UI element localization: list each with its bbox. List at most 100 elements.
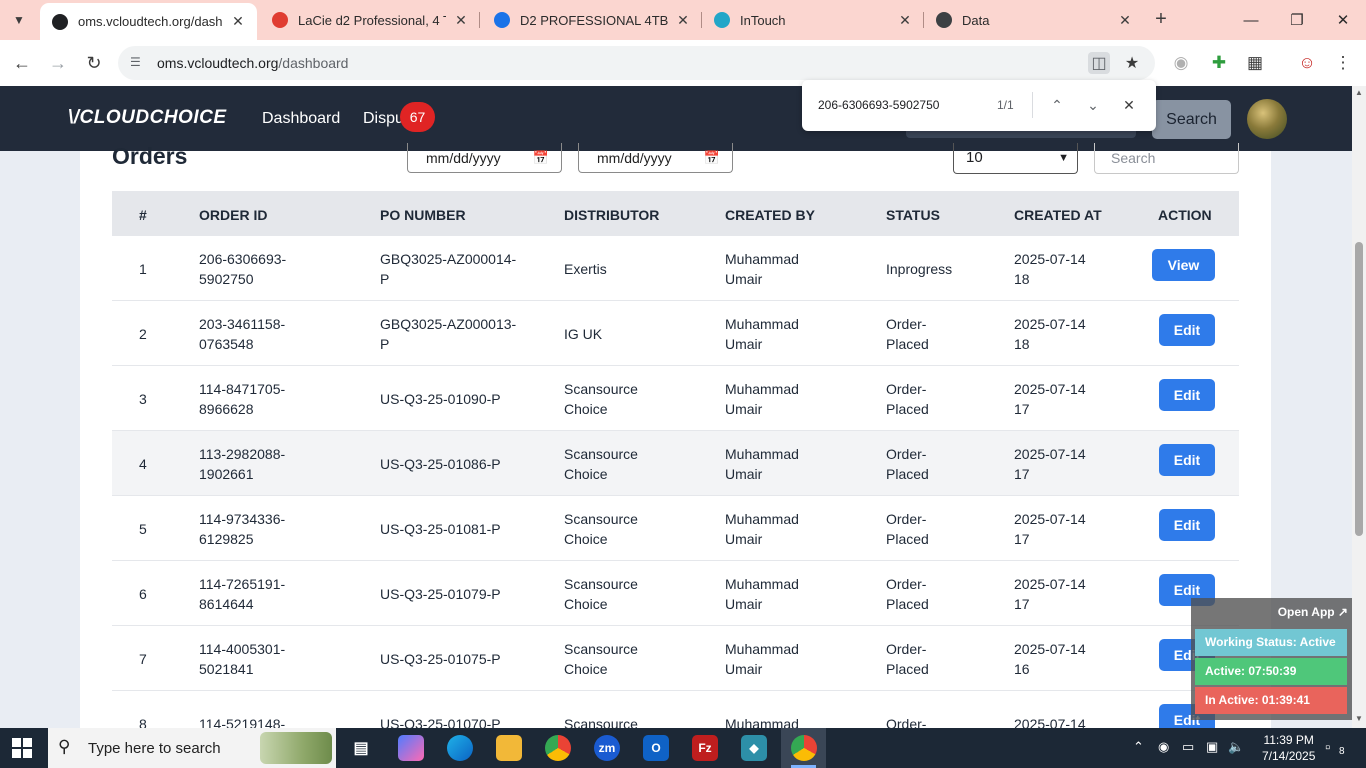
tray-volume-icon[interactable]: 🔈 [1228, 739, 1244, 755]
start-date-input[interactable]: mm/dd/yyyy 📅 [407, 143, 562, 173]
site-info-icon[interactable]: ☰ [130, 55, 146, 71]
order-id-line: 203-3461158- [199, 316, 286, 332]
profile-icon[interactable]: ☺ [1296, 52, 1318, 74]
windows-start-icon[interactable] [12, 738, 32, 758]
tray-battery-icon[interactable]: ▭ [1182, 739, 1194, 755]
tab-close-icon[interactable]: ✕ [1116, 12, 1134, 29]
app-diamond-icon[interactable]: ◆ [741, 735, 767, 761]
tray-chevron-up-icon[interactable]: ⌃ [1133, 739, 1144, 755]
reload-icon[interactable]: ↻ [80, 50, 108, 76]
find-in-page-icon[interactable]: ◫ [1088, 52, 1110, 74]
edge-icon[interactable] [447, 735, 473, 761]
filezilla-icon[interactable]: Fz [692, 735, 718, 761]
outlook-icon[interactable]: O [643, 735, 669, 761]
url-text[interactable]: oms.vcloudtech.org/dashboard [157, 55, 348, 71]
cloudchoice-logo[interactable]: \/CLOUDCHOICE [68, 107, 227, 129]
edit-button[interactable]: Edit [1159, 314, 1215, 346]
browser-tab[interactable]: Data ✕ [924, 0, 1144, 40]
calendar-icon[interactable]: 📅 [704, 143, 720, 173]
find-query-input[interactable]: 206-6306693-5902750 [818, 98, 939, 112]
open-app-link[interactable]: Open App ↗ [1278, 605, 1348, 619]
created-by-cell: Muhammad Umair [725, 444, 799, 484]
notifications-icon[interactable]: ▫ [1325, 739, 1330, 756]
created-by-cell: Muhammad Umair [725, 574, 799, 614]
scroll-down-icon[interactable]: ▼ [1355, 714, 1363, 723]
tab-close-icon[interactable]: ✕ [229, 13, 247, 30]
status-line: Placed [886, 596, 929, 612]
nav-dashboard[interactable]: Dashboard [262, 110, 340, 128]
tray-network-icon[interactable]: ▣ [1206, 739, 1218, 755]
row-number-line: 2 [139, 326, 147, 342]
scrollbar-thumb[interactable] [1355, 242, 1363, 536]
orders-search-input[interactable]: Search [1094, 143, 1239, 174]
file-explorer-icon[interactable] [496, 735, 522, 761]
calendar-icon[interactable]: 📅 [533, 143, 549, 173]
new-tab-button[interactable]: + [1150, 8, 1172, 32]
user-avatar[interactable] [1247, 99, 1287, 139]
copilot-icon[interactable] [398, 735, 424, 761]
created-by-line: Muhammad [725, 716, 799, 728]
browser-tab[interactable]: oms.vcloudtech.org/dashboard ✕ [40, 3, 257, 40]
view-button[interactable]: View [1152, 249, 1215, 281]
back-icon[interactable]: ← [8, 50, 36, 76]
browser-tab[interactable]: InTouch ✕ [702, 0, 924, 40]
edit-button[interactable]: Edit [1159, 379, 1215, 411]
nav-search-button[interactable]: Search [1152, 100, 1231, 139]
nav-disputes[interactable]: Dispu [363, 110, 404, 128]
status-line: Order- [886, 511, 927, 527]
chrome-icon[interactable] [545, 735, 571, 761]
close-icon[interactable]: ✕ [1118, 94, 1140, 116]
tab-close-icon[interactable]: ✕ [452, 12, 470, 29]
po-number-cell: GBQ3025-AZ000014- P [380, 249, 516, 289]
browser-tab[interactable]: D2 PROFESSIONAL 4TB 3.5IN... ✕ [482, 0, 702, 40]
tab-favicon-icon [494, 12, 510, 28]
tab-favicon-icon [52, 13, 68, 30]
chevron-down-icon[interactable]: ⌄ [1082, 94, 1104, 116]
scroll-up-icon[interactable]: ▲ [1355, 88, 1363, 97]
active-time: Active: 07:50:39 [1195, 658, 1347, 685]
tab-search-icon[interactable]: ▼ [6, 8, 32, 32]
close-window-icon[interactable]: ✕ [1320, 0, 1366, 40]
task-view-icon[interactable]: ▤ [348, 735, 374, 761]
edit-button[interactable]: Edit [1159, 444, 1215, 476]
edit-button[interactable]: Edit [1159, 509, 1215, 541]
extension-icon[interactable]: ✚ [1208, 52, 1230, 74]
status-cell: Order- Placed [886, 379, 929, 419]
taskbar-clock[interactable]: 11:39 PM 7/14/2025 [1262, 732, 1315, 764]
distributor-cell: Scansource [564, 714, 638, 728]
menu-kebab-icon[interactable]: ⋮ [1332, 52, 1354, 74]
status-cell: Order- Placed [886, 574, 929, 614]
tab-close-icon[interactable]: ✕ [674, 12, 692, 29]
forward-icon[interactable]: → [44, 50, 72, 76]
taskbar-search[interactable]: ⚲ Type here to search [48, 728, 336, 768]
created-by-line: Umair [725, 596, 763, 612]
zoom-icon[interactable]: zm [594, 735, 620, 761]
po-number-line: P [380, 336, 390, 352]
browser-tab[interactable]: LaCie d2 Professional, 4 TB, 3... ✕ [260, 0, 480, 40]
extensions-puzzle-icon[interactable]: ▦ [1244, 52, 1266, 74]
table-row: 1 206-6306693- 5902750 GBQ3025-AZ000014- P Ex… [112, 236, 1239, 301]
minimize-icon[interactable]: — [1228, 0, 1274, 40]
working-status: Working Status: Active [1195, 629, 1347, 656]
address-bar[interactable]: ☰ oms.vcloudtech.org/dashboard ◫ ★ [118, 46, 1155, 80]
order-id-line: 114-9734336- [199, 511, 286, 527]
order-id-line: 113-2982088- [199, 446, 286, 462]
end-date-input[interactable]: mm/dd/yyyy 📅 [578, 143, 733, 173]
page-scrollbar[interactable]: ▲ ▼ [1352, 86, 1366, 728]
page-size-select[interactable]: 10 ▼ [953, 143, 1078, 174]
find-bar: 206-6306693-5902750 1/1 ⌃ ⌄ ✕ [802, 80, 1156, 131]
chevron-up-icon[interactable]: ⌃ [1046, 94, 1068, 116]
notifications-count: 8 [1339, 746, 1345, 757]
distributor-line: Choice [564, 401, 608, 417]
inactive-time: In Active: 01:39:41 [1195, 687, 1347, 714]
created-at-cell: 2025-07-14 18 [1014, 249, 1086, 289]
tab-close-icon[interactable]: ✕ [896, 12, 914, 29]
bookmark-star-icon[interactable]: ★ [1121, 52, 1143, 74]
tab-favicon-icon [936, 12, 952, 28]
translate-icon[interactable]: ◉ [1170, 52, 1192, 74]
chrome-profile-icon[interactable] [791, 735, 817, 761]
restore-icon[interactable]: ❐ [1274, 0, 1320, 40]
status-line: Order- [886, 381, 927, 397]
tray-camera-icon[interactable]: ◉ [1158, 739, 1169, 755]
active-app-slot[interactable] [781, 728, 826, 768]
